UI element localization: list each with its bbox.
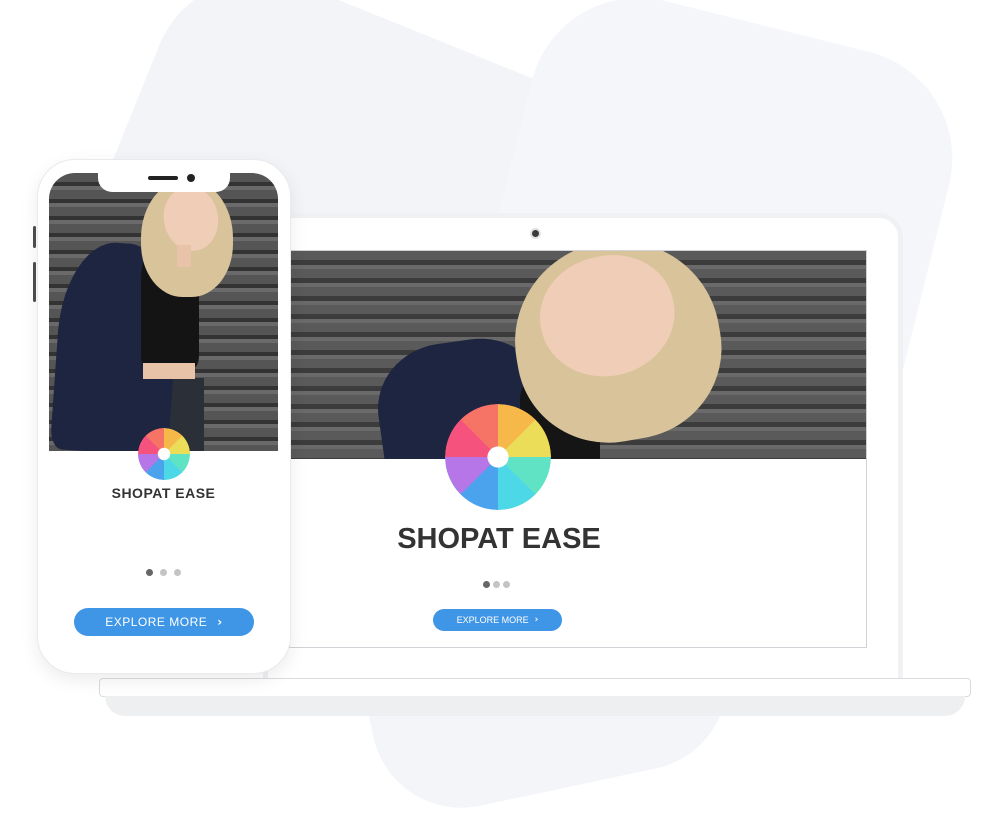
phone-speaker-icon (148, 176, 178, 180)
carousel-dot[interactable] (146, 569, 153, 576)
phone-explore-more-button[interactable]: EXPLORE MORE › (74, 608, 254, 636)
carousel-dot[interactable] (174, 569, 181, 576)
laptop-hero-image (290, 251, 866, 459)
phone-camera-icon (187, 174, 195, 182)
phone-side-button (33, 226, 36, 248)
laptop-app-title: SHOPAT EASE (397, 523, 601, 555)
phone-carousel-dots (146, 569, 181, 576)
explore-more-label: EXPLORE MORE (105, 615, 208, 629)
laptop-base-shadow (105, 696, 965, 716)
phone-screen: SHOPAT EASE EXPLORE MORE › (49, 173, 278, 663)
carousel-dot[interactable] (160, 569, 167, 576)
laptop-screen: SHOPAT EASE EXPLORE MORE › (289, 250, 867, 648)
carousel-dot[interactable] (493, 581, 500, 588)
phone-hero-image (49, 173, 278, 451)
laptop-explore-more-button[interactable]: EXPLORE MORE › (433, 609, 562, 631)
chevron-right-icon: › (534, 615, 539, 625)
laptop-carousel-dots (483, 581, 510, 588)
carousel-dot[interactable] (483, 581, 490, 588)
phone-side-button (33, 262, 36, 302)
explore-more-label: EXPLORE MORE (456, 615, 529, 625)
flower-logo-icon (138, 428, 190, 480)
laptop-base (99, 678, 971, 697)
laptop-camera-icon (530, 228, 541, 239)
flower-logo-icon (445, 404, 551, 510)
phone-notch (98, 170, 230, 192)
carousel-dot[interactable] (503, 581, 510, 588)
chevron-right-icon: › (217, 615, 223, 629)
phone-app-title: SHOPAT EASE (111, 485, 216, 501)
